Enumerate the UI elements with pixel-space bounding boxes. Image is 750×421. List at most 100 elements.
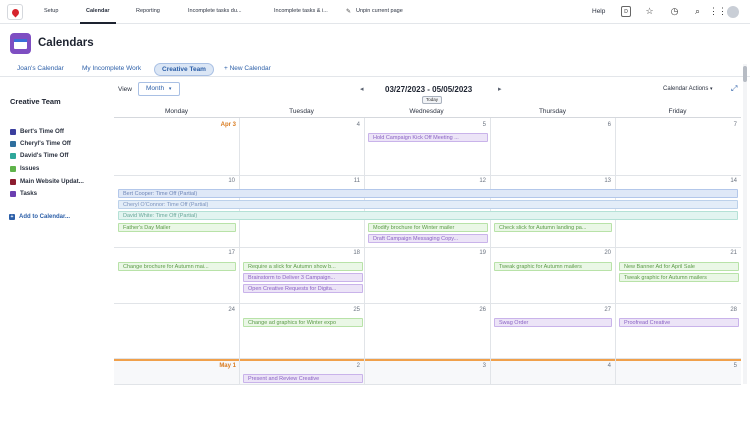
event-item[interactable]: Father's Day Mailer: [118, 223, 236, 232]
top-nav: Setup Calendar Reporting Incomplete task…: [0, 0, 750, 24]
day-number[interactable]: 13: [591, 178, 611, 184]
nav-incomplete-tasks-issues[interactable]: Incomplete tasks & i...: [274, 8, 328, 14]
calendar-grid: Monday Tuesday Wednesday Thursday Friday…: [114, 104, 741, 385]
app-logo-icon[interactable]: [7, 4, 23, 20]
calendar-item-davids-time-off[interactable]: David's Time Off: [10, 151, 68, 160]
view-select[interactable]: Month ▾: [138, 82, 180, 96]
search-icon[interactable]: ⌕: [691, 5, 704, 18]
tab-creative-team[interactable]: Creative Team: [154, 63, 214, 76]
day-number[interactable]: 20: [591, 250, 611, 256]
column-divider: [615, 118, 616, 385]
calendar-item-label: Bert's Time Off: [20, 128, 64, 135]
next-arrow-icon[interactable]: ▸: [498, 85, 502, 93]
tab-joans-calendar[interactable]: Joan's Calendar: [17, 65, 64, 72]
calendar-icon: [10, 33, 31, 54]
day-number[interactable]: 4: [591, 363, 611, 369]
event-item[interactable]: Bert Cooper: Time Off (Partial): [118, 189, 738, 198]
event-item[interactable]: David White: Time Off (Partial): [118, 211, 738, 220]
event-item[interactable]: Cheryl O'Connor: Time Off (Partial): [118, 200, 738, 209]
avatar[interactable]: [727, 6, 739, 18]
calendar-item-berts-time-off[interactable]: Bert's Time Off: [10, 127, 64, 136]
event-item[interactable]: Tweak graphic for Autumn mailers: [619, 273, 739, 282]
day-number[interactable]: 2: [340, 363, 360, 369]
day-number[interactable]: 27: [591, 307, 611, 313]
document-icon[interactable]: D: [621, 6, 631, 17]
event-item[interactable]: Swag Order: [494, 318, 612, 327]
nav-incomplete-tasks-due[interactable]: Incomplete tasks du...: [188, 8, 242, 14]
event-item[interactable]: Check slick for Autumn landing pa...: [494, 223, 612, 232]
day-of-week-header: Monday Tuesday Wednesday Thursday Friday: [114, 104, 741, 118]
apps-grid-icon[interactable]: ⋮⋮: [709, 5, 727, 18]
calendar-item-label: Issues: [20, 165, 40, 172]
dow-monday: Monday: [164, 108, 189, 115]
day-number[interactable]: 5: [466, 122, 486, 128]
event-item[interactable]: Hold Campaign Kick Off Meeting ...: [368, 133, 488, 142]
day-number[interactable]: 14: [717, 178, 737, 184]
day-number[interactable]: 7: [717, 122, 737, 128]
day-number[interactable]: 12: [466, 178, 486, 184]
day-number[interactable]: 19: [466, 250, 486, 256]
previous-arrow-icon[interactable]: ◂: [360, 85, 364, 93]
help-link[interactable]: Help: [592, 8, 605, 15]
expand-icon[interactable]: ⤢: [731, 84, 737, 94]
event-item[interactable]: Require a slick for Autumn show b...: [243, 262, 363, 271]
day-number[interactable]: 4: [340, 122, 360, 128]
day-number[interactable]: 24: [215, 307, 235, 313]
divider: [0, 76, 750, 77]
calendar-item-tasks[interactable]: Tasks: [10, 189, 37, 198]
event-item[interactable]: Modify brochure for Winter mailer: [368, 223, 488, 232]
day-number[interactable]: 25: [340, 307, 360, 313]
day-number[interactable]: May 1: [210, 363, 236, 369]
day-number[interactable]: 21: [717, 250, 737, 256]
scrollbar-thumb[interactable]: [743, 66, 747, 82]
calendar-item-cheryls-time-off[interactable]: Cheryl's Time Off: [10, 139, 71, 148]
unpin-page-link[interactable]: Unpin current page: [356, 8, 403, 14]
event-item[interactable]: Change brochure for Autumn mai...: [118, 262, 236, 271]
event-item[interactable]: New Banner Ad for April Sale: [619, 262, 739, 271]
history-icon[interactable]: ◷: [668, 5, 681, 18]
color-swatch: [10, 190, 16, 197]
dow-wednesday: Wednesday: [409, 108, 444, 115]
day-number[interactable]: 10: [215, 178, 235, 184]
calendar-actions-dropdown[interactable]: Calendar Actions ▾: [663, 86, 713, 92]
star-icon[interactable]: ☆: [643, 5, 656, 18]
event-item[interactable]: Draft Campaign Messaging Copy...: [368, 234, 488, 243]
event-item[interactable]: Proofread Creative: [619, 318, 739, 327]
plus-icon: +: [9, 214, 15, 220]
day-number[interactable]: 3: [466, 363, 486, 369]
add-to-calendar-label: Add to Calendar...: [19, 214, 71, 220]
tab-my-incomplete-work[interactable]: My Incomplete Work: [82, 65, 141, 72]
dow-thursday: Thursday: [538, 108, 567, 115]
event-item[interactable]: Brainstorm to Deliver 3 Campaign...: [243, 273, 363, 282]
color-swatch: [10, 128, 16, 135]
today-button[interactable]: Today: [422, 96, 442, 104]
dow-friday: Friday: [668, 108, 687, 115]
scrollbar[interactable]: [743, 64, 747, 384]
new-calendar-link[interactable]: + New Calendar: [224, 65, 271, 72]
nav-calendar[interactable]: Calendar: [80, 8, 115, 24]
day-number[interactable]: 17: [215, 250, 235, 256]
calendar-item-main-website[interactable]: Main Website Updat...: [10, 177, 84, 186]
pin-icon[interactable]: ✎: [346, 8, 351, 15]
view-select-value: Month: [146, 85, 165, 92]
event-item[interactable]: Tweak graphic for Autumn mailers: [494, 262, 612, 271]
day-number[interactable]: 5: [717, 363, 737, 369]
day-number[interactable]: 6: [591, 122, 611, 128]
nav-setup[interactable]: Setup: [44, 8, 58, 14]
chevron-down-icon: ▾: [710, 86, 713, 92]
nav-reporting[interactable]: Reporting: [136, 8, 160, 14]
week-row: [114, 359, 741, 385]
day-number[interactable]: Apr 3: [210, 122, 236, 128]
dow-tuesday: Tuesday: [289, 108, 314, 115]
event-item[interactable]: Open Creative Requests for Digita...: [243, 284, 363, 293]
day-number[interactable]: 26: [466, 307, 486, 313]
add-to-calendar-link[interactable]: + Add to Calendar...: [9, 214, 70, 220]
day-number[interactable]: 28: [717, 307, 737, 313]
event-item[interactable]: Present and Review Creative: [243, 374, 363, 383]
color-swatch: [10, 178, 16, 185]
day-number[interactable]: 18: [340, 250, 360, 256]
event-item[interactable]: Change ad graphics for Winter expo: [243, 318, 363, 327]
calendar-item-issues[interactable]: Issues: [10, 164, 39, 173]
color-swatch: [10, 165, 16, 172]
day-number[interactable]: 11: [340, 178, 360, 184]
